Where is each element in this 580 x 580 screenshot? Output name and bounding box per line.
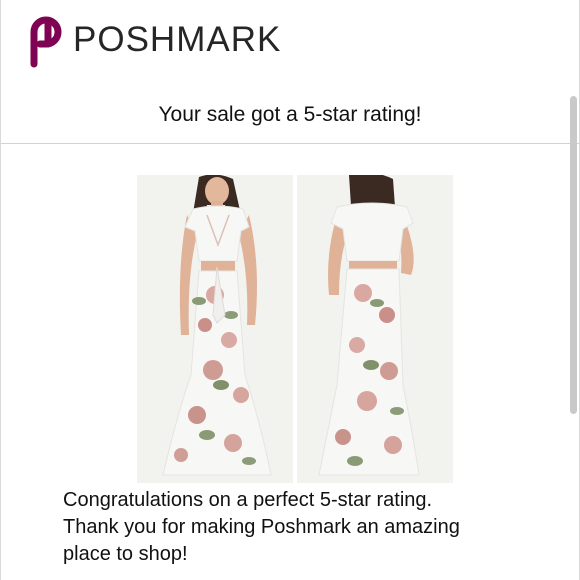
logo-wordmark[interactable]: POSHMARK xyxy=(73,18,281,62)
email-screen: POSHMARK Your sale got a 5-star rating! xyxy=(0,0,580,580)
message-line: place to shop! xyxy=(63,543,188,565)
message-body: Congratulations on a perfect 5-star rati… xyxy=(63,487,533,568)
email-subject: Your sale got a 5-star rating! xyxy=(158,103,422,126)
message-line: Congratulations on a perfect 5-star rati… xyxy=(63,489,433,511)
scrollbar[interactable] xyxy=(570,96,577,414)
header: POSHMARK xyxy=(1,0,579,84)
product-photos xyxy=(137,175,453,483)
poshmark-logo-icon[interactable] xyxy=(17,14,65,68)
product-photo-front[interactable] xyxy=(137,175,293,483)
message-line: Thank you for making Poshmark an amazing xyxy=(63,516,460,538)
product-photo-back[interactable] xyxy=(297,175,453,483)
subject-bar: Your sale got a 5-star rating! xyxy=(1,84,579,144)
